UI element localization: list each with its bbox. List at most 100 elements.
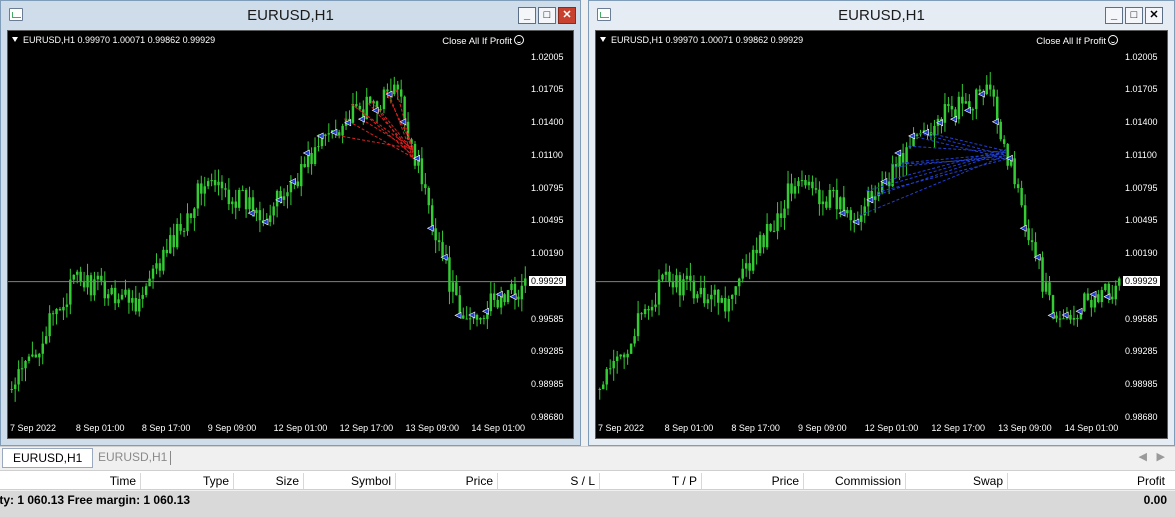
candle [675, 268, 678, 293]
column-header[interactable]: Size [276, 474, 299, 488]
column-header[interactable]: Symbol [351, 474, 391, 488]
trade-marker[interactable] [426, 224, 434, 232]
trade-marker[interactable] [1019, 224, 1027, 232]
column-divider [395, 473, 396, 489]
candle [113, 280, 117, 311]
time-axis-label: 9 Sep 09:00 [798, 423, 847, 433]
candle [737, 277, 741, 296]
candle [34, 349, 38, 358]
candlestick-chart-svg [596, 72, 1121, 400]
candle [720, 295, 724, 304]
close-all-if-profit[interactable]: Close All If Profit [442, 35, 524, 47]
candle [846, 206, 849, 218]
column-header[interactable]: Price [466, 474, 493, 488]
candle [524, 266, 527, 294]
column-header[interactable]: T / P [672, 474, 697, 488]
trade-marker[interactable] [302, 149, 310, 157]
trade-marker[interactable] [991, 118, 999, 126]
candle [520, 273, 524, 312]
maximize-button[interactable]: □ [1125, 7, 1143, 24]
chart-header-text: EURUSD,H1 0.99970 1.00071 0.99862 0.9992… [611, 35, 804, 45]
candle [151, 264, 155, 289]
tab-eurusd-h1-1[interactable]: EURUSD,H1 [2, 448, 94, 468]
candle [382, 86, 386, 114]
candle [622, 352, 626, 369]
trade-marker[interactable] [894, 149, 902, 157]
candle [120, 288, 124, 301]
candle [13, 377, 17, 402]
candle [393, 76, 396, 97]
candle [1048, 276, 1051, 301]
candle [244, 188, 248, 218]
candle [117, 293, 120, 308]
candle [89, 272, 93, 302]
candle [779, 201, 783, 227]
time-axis-label: 9 Sep 09:00 [207, 423, 257, 433]
trade-marker[interactable] [481, 307, 489, 315]
maximize-button[interactable]: □ [538, 7, 556, 24]
candle [961, 83, 964, 117]
price-axis-label: 0.98985 [531, 378, 564, 389]
trade-marker[interactable] [1075, 307, 1083, 315]
tab-scroll-left-icon[interactable]: ◀ [1139, 450, 1147, 463]
column-header[interactable]: Time [110, 474, 136, 488]
candle [992, 85, 995, 107]
dropdown-triangle-icon[interactable] [12, 37, 18, 42]
close-all-if-profit[interactable]: Close All If Profit [1036, 35, 1118, 47]
candle [234, 189, 237, 220]
candle [27, 353, 31, 364]
window-titlebar[interactable]: EURUSD,H1 _ □ ✕ [1, 1, 580, 29]
trade-marker[interactable] [357, 115, 365, 123]
column-header[interactable]: Commission [835, 474, 901, 488]
candle [706, 293, 710, 310]
trade-marker[interactable] [454, 311, 462, 319]
candle [689, 262, 692, 291]
chart-window-right[interactable]: EURUSD,H1 _ □ ✕ EURUSD,H1 0.99970 1.0007… [588, 0, 1175, 446]
candle [678, 271, 682, 307]
minimize-button[interactable]: _ [518, 7, 536, 24]
column-header[interactable]: Swap [973, 474, 1003, 488]
candle [110, 284, 113, 296]
candle [496, 293, 499, 310]
candle [465, 306, 468, 320]
candle [79, 266, 82, 287]
minimize-button[interactable]: _ [1105, 7, 1123, 24]
column-header[interactable]: Profit [1137, 474, 1165, 488]
price-axis-label: 0.98680 [531, 412, 564, 422]
time-axis-label: 14 Sep 01:00 [1064, 423, 1119, 433]
candle [213, 169, 217, 192]
trade-marker[interactable] [963, 106, 971, 114]
candle [65, 293, 69, 318]
candle [999, 119, 1002, 142]
close-button[interactable]: ✕ [1145, 7, 1163, 24]
trade-marker[interactable] [949, 115, 957, 123]
candle [1027, 219, 1030, 245]
dropdown-triangle-icon[interactable] [600, 37, 606, 42]
column-header[interactable]: Price [772, 474, 799, 488]
candle [38, 352, 41, 367]
candle [696, 291, 699, 303]
price-axis-label: 0.99285 [1125, 346, 1158, 357]
candle [1044, 272, 1048, 295]
candle [434, 218, 437, 254]
candle [950, 96, 954, 117]
trade-marker[interactable] [1047, 311, 1055, 319]
window-titlebar[interactable]: EURUSD,H1 _ □ ✕ [589, 1, 1174, 29]
price-chart[interactable]: EURUSD,H1 0.99970 1.00071 0.99862 0.9992… [595, 30, 1168, 439]
column-header[interactable]: S / L [570, 474, 595, 488]
tab-eurusd-h1-2[interactable]: EURUSD,H1 [88, 448, 177, 468]
tab-scroll-right-icon[interactable]: ▶ [1157, 450, 1165, 463]
price-chart[interactable]: EURUSD,H1 0.99970 1.00071 0.99862 0.9992… [7, 30, 574, 439]
candle [55, 308, 58, 325]
candle [1076, 314, 1079, 327]
candle [608, 359, 612, 375]
close-button[interactable]: ✕ [558, 7, 576, 24]
price-axis-label: 1.00190 [531, 248, 564, 259]
chart-window-left[interactable]: EURUSD,H1 _ □ ✕ EURUSD,H1 0.99970 1.0007… [0, 0, 581, 446]
column-divider [497, 473, 498, 489]
candle [179, 213, 182, 235]
trade-marker[interactable] [1103, 293, 1111, 301]
column-header[interactable]: Type [203, 474, 229, 488]
candle [255, 207, 258, 221]
trade-marker[interactable] [509, 293, 517, 301]
